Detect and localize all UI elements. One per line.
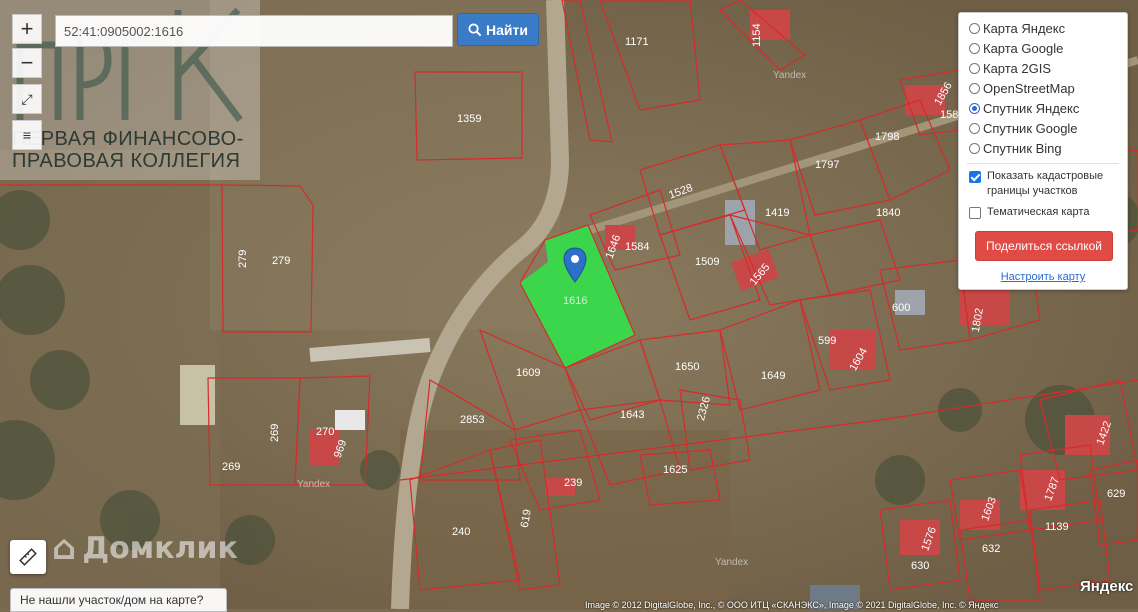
parcel-label: 240	[452, 526, 470, 538]
cadastral-toggle[interactable]: Показать кадастровые границы участков	[969, 169, 1119, 199]
radio-icon[interactable]	[969, 63, 980, 74]
layer-option-google-satellite[interactable]: Спутник Google	[969, 121, 1078, 136]
parcel-label: 1139	[1045, 521, 1069, 533]
layer-option-2gis-map[interactable]: Карта 2GIS	[969, 61, 1051, 76]
layer-option-label: OpenStreetMap	[983, 81, 1075, 96]
search-button[interactable]: Найти	[457, 13, 539, 46]
parcel-label: 1419	[765, 207, 789, 219]
expand-icon: ⤢	[21, 91, 33, 107]
parcel-label: 1797	[815, 159, 839, 171]
field-north	[210, 0, 560, 330]
radio-icon[interactable]	[969, 23, 980, 34]
yandex-watermark: Yandex	[715, 557, 748, 568]
layer-option-osm[interactable]: OpenStreetMap	[969, 81, 1075, 96]
domclick-label: Домклик	[82, 530, 238, 566]
layer-option-yandex-map[interactable]: Карта Яндекс	[969, 21, 1065, 36]
ruler-icon	[19, 548, 37, 566]
radio-icon[interactable]	[969, 143, 980, 154]
menu-icon: ≡	[22, 127, 32, 143]
parcel-label: 600	[892, 302, 910, 314]
parcel-label: 1798	[875, 131, 899, 143]
side-road	[309, 338, 431, 362]
parcel-label: 158	[940, 109, 958, 121]
parcel-label: 1609	[516, 367, 540, 379]
map-layers-panel: Карта Яндекс Карта Google Карта 2GIS Ope…	[958, 12, 1128, 290]
cadastral-search-input[interactable]	[55, 15, 453, 47]
zoom-out-button[interactable]: −	[12, 48, 42, 78]
parcel-label: 599	[818, 335, 836, 347]
thematic-toggle-label: Тематическая карта	[987, 206, 1090, 218]
layer-option-yandex-satellite[interactable]: Спутник Яндекс	[969, 101, 1079, 116]
yandex-logo: Яндекс	[1080, 578, 1134, 595]
share-link-button[interactable]: Поделиться ссылкой	[975, 231, 1113, 261]
checkbox-checked-icon[interactable]	[969, 171, 981, 183]
parcel-label: 1840	[876, 207, 900, 219]
parcel-label: 1171	[625, 36, 649, 48]
search-button-label: Найти	[486, 21, 528, 38]
parcel-label: 269	[222, 461, 240, 473]
parcel-label: 279	[272, 255, 290, 267]
layer-option-label: Карта 2GIS	[983, 61, 1052, 76]
ruler-button[interactable]	[10, 540, 46, 574]
parcel-label: 1625	[663, 464, 687, 476]
yandex-watermark: Yandex	[297, 479, 330, 490]
parcel-label: 270	[316, 426, 334, 438]
parcel-label: 629	[1107, 488, 1125, 500]
checkbox-icon[interactable]	[969, 207, 981, 219]
layer-option-google-map[interactable]: Карта Google	[969, 41, 1063, 56]
radio-icon[interactable]	[969, 83, 980, 94]
layer-option-label: Спутник Bing	[983, 141, 1062, 156]
cadastral-toggle-label: Показать кадастровые границы участков	[987, 170, 1104, 197]
configure-map-link[interactable]: Настроить карту	[959, 271, 1127, 283]
parcel-label: 1643	[620, 409, 644, 421]
layer-option-label: Спутник Google	[983, 121, 1078, 136]
parcel-label: 1154	[751, 23, 763, 47]
layers-button[interactable]: ≡	[12, 120, 42, 150]
field-south	[400, 430, 730, 609]
layer-option-label: Спутник Яндекс	[983, 101, 1080, 116]
radio-icon[interactable]	[969, 123, 980, 134]
parcel-label: 1616	[563, 295, 587, 307]
parcel-label: 1359	[457, 113, 481, 125]
parcel-label: 239	[564, 477, 582, 489]
parcel-label: 1649	[761, 370, 785, 382]
domclick-watermark: ⌂ Домклик	[52, 528, 238, 568]
layer-option-bing-satellite[interactable]: Спутник Bing	[969, 141, 1062, 156]
parcel-label: 1509	[695, 256, 719, 268]
radio-selected-icon[interactable]	[969, 103, 980, 114]
parcel-label: 269	[269, 424, 281, 442]
parcel-label: 1584	[625, 241, 649, 253]
fullscreen-button[interactable]: ⤢	[12, 84, 42, 114]
radio-icon[interactable]	[969, 43, 980, 54]
search-icon	[468, 23, 482, 36]
zoom-in-button[interactable]: +	[12, 14, 42, 44]
not-found-button[interactable]: Не нашли участок/дом на карте?	[10, 588, 227, 612]
parcel-label: 2853	[460, 414, 484, 426]
parcel-label: 279	[237, 250, 249, 268]
house-icon: ⌂	[52, 528, 77, 568]
panel-divider	[967, 163, 1119, 164]
parcel-label: 1650	[675, 361, 699, 373]
parcel-label: 632	[982, 543, 1000, 555]
layer-option-label: Карта Яндекс	[983, 21, 1066, 36]
thematic-toggle[interactable]: Тематическая карта	[969, 205, 1089, 220]
yandex-watermark: Yandex	[773, 70, 806, 81]
parcel-label: 630	[911, 560, 929, 572]
layer-option-label: Карта Google	[983, 41, 1064, 56]
